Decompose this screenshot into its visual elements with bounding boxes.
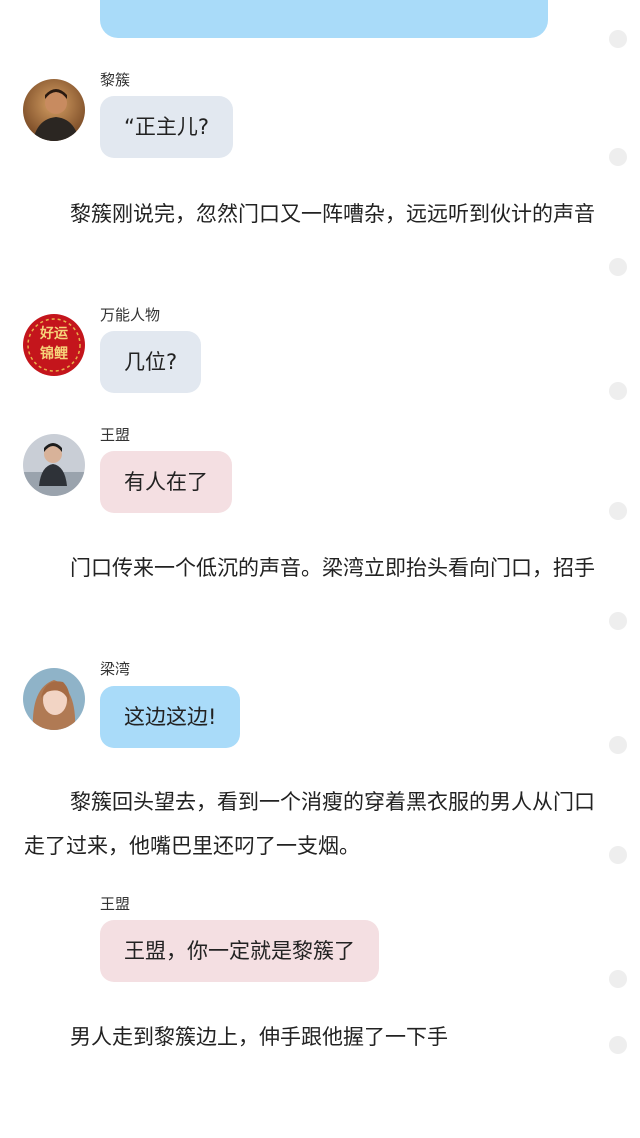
portrait-photo-icon <box>23 668 85 730</box>
previous-message-bubble[interactable] <box>100 0 548 38</box>
side-dot <box>609 30 627 48</box>
portrait-photo-icon <box>23 79 85 141</box>
avatar-text: 锦鲤 <box>40 346 68 362</box>
narration-paragraph: 门口传来一个低沉的声音。梁湾立即抬头看向门口，招手 <box>24 546 604 590</box>
side-dot <box>609 148 627 166</box>
side-dot <box>609 382 627 400</box>
sender-name: 梁湾 <box>100 660 131 678</box>
avatar-wanneng[interactable]: 好运 锦鲤 <box>23 314 85 376</box>
side-dot <box>609 970 627 988</box>
side-dot <box>609 612 627 630</box>
message-bubble[interactable]: 几位? <box>100 331 202 393</box>
message-text: 有人在了 <box>124 470 208 494</box>
message-text: 这边这边! <box>124 705 217 729</box>
message-bubble[interactable]: 王盟，你一定就是黎簇了 <box>100 920 379 982</box>
message-bubble[interactable]: 这边这边! <box>100 686 241 748</box>
narration-text: 黎簇刚说完，忽然门口又一阵嘈杂，远远听到伙计的声音 <box>70 202 595 226</box>
sender-name: 黎簇 <box>100 71 131 89</box>
sender-name: 王盟 <box>100 426 131 444</box>
side-dot <box>609 502 627 520</box>
portrait-photo-icon <box>23 434 85 496</box>
narration-text: 门口传来一个低沉的声音。梁湾立即抬头看向门口，招手 <box>70 556 595 580</box>
message-bubble[interactable]: 有人在了 <box>100 451 232 513</box>
narration-paragraph: 黎簇回头望去，看到一个消瘦的穿着黑衣服的男人从门口走了过来，他嘴巴里还叼了一支烟… <box>24 780 604 868</box>
message-bubble[interactable]: “正主儿? <box>100 96 234 158</box>
avatar-liangwan[interactable] <box>23 668 85 730</box>
sender-name: 万能人物 <box>100 306 161 324</box>
avatar-text: 好运 <box>40 326 68 342</box>
narration-paragraph: 黎簇刚说完，忽然门口又一阵嘈杂，远远听到伙计的声音 <box>24 192 604 236</box>
avatar-wangmeng[interactable] <box>23 434 85 496</box>
sender-name: 王盟 <box>100 895 131 913</box>
side-dot <box>609 258 627 276</box>
narration-text: 黎簇回头望去，看到一个消瘦的穿着黑衣服的男人从门口走了过来，他嘴巴里还叼了一支烟… <box>24 790 595 858</box>
side-dot <box>609 1036 627 1054</box>
side-dot <box>609 846 627 864</box>
narration-paragraph: 男人走到黎簇边上，伸手跟他握了一下手 <box>24 1015 604 1059</box>
message-text: 王盟，你一定就是黎簇了 <box>124 939 355 963</box>
message-text: 几位? <box>124 350 178 374</box>
message-text: “正主儿? <box>124 115 210 139</box>
side-dot <box>609 736 627 754</box>
narration-text: 男人走到黎簇边上，伸手跟他握了一下手 <box>70 1025 448 1049</box>
avatar-lici[interactable] <box>23 79 85 141</box>
